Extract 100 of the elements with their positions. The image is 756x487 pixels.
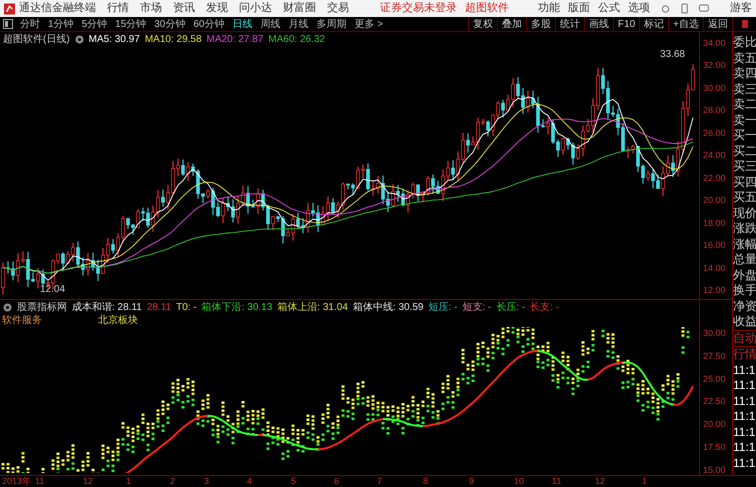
toolbar-button[interactable]: 叠加 (496, 17, 526, 31)
indicator-value: 短压: - (428, 300, 458, 314)
indicator-value: 箱体上沿: 31.04 (277, 300, 348, 314)
quote-label: 委比 (733, 35, 756, 50)
quote-label: 买二 (733, 144, 756, 159)
chart-title: 超图软件(日线) (3, 32, 70, 46)
period-tab[interactable]: 5分钟 (78, 16, 112, 32)
period-tab[interactable]: 更多 > (350, 16, 388, 32)
sector-label: 软件服务 (1, 314, 43, 328)
indicator-value: 28.11 (146, 300, 172, 314)
period-tab[interactable]: 多周期 (312, 16, 350, 32)
toolbar-button[interactable]: F10 (612, 17, 640, 31)
toolbar-button[interactable]: +自选 (668, 17, 703, 31)
toolbar-button[interactable]: 画线 (584, 17, 613, 31)
quote-label: 11:1 (733, 424, 756, 440)
menu-item[interactable]: 行情 (107, 0, 129, 17)
price-axis-label: 32.00 (702, 61, 727, 70)
date-axis-label: 11 (552, 476, 562, 487)
period-tab[interactable]: 周线 (256, 16, 284, 32)
menu-item[interactable]: 交易 (327, 0, 349, 17)
indicator-source: 股票指标网 (17, 300, 67, 314)
price-axis-label: 28.00 (702, 106, 727, 116)
indicator-value: 长支: - (530, 300, 560, 314)
period-tab[interactable]: 60分钟 (189, 16, 228, 32)
menu-item[interactable]: 财富圈 (283, 0, 316, 17)
menu-item[interactable]: 市场 (140, 0, 162, 17)
quote-label: 11:1 (733, 456, 756, 471)
menu-item[interactable]: 版面 (568, 0, 590, 17)
price-axis-label: 16.00 (702, 241, 727, 250)
high-price-label: 33.68 (660, 48, 685, 62)
date-axis-label: 10 (514, 476, 524, 487)
toolbar-button[interactable]: 统计 (554, 17, 584, 31)
price-axis-label: 20.00 (702, 196, 727, 206)
indicator-value: 短支: - (462, 300, 492, 314)
toolbar-button[interactable]: 标记 (639, 17, 668, 31)
date-axis-label: 11 (35, 476, 44, 487)
date-axis-label: 9 (469, 476, 474, 487)
menu-item[interactable]: 选项 (628, 0, 650, 17)
toolbar-button[interactable]: 复权 (468, 17, 497, 31)
date-axis-label: 12 (595, 476, 606, 487)
menu-item[interactable]: 发现 (206, 0, 228, 17)
gear-icon[interactable] (74, 34, 84, 44)
quote-label: 买一 (733, 128, 756, 144)
toolbar-button[interactable]: 返回 (703, 17, 732, 31)
quote-label: 卖四 (733, 66, 756, 82)
period-tab[interactable]: 日线 (228, 16, 256, 32)
user-button[interactable]: 游客 (730, 0, 752, 17)
price-axis-label: 24.00 (702, 151, 727, 160)
toolbar-button[interactable]: 多股 (526, 17, 555, 31)
indicator-axis-label: 22.50 (702, 397, 727, 406)
quote-label: 11:1 (733, 409, 756, 424)
quote-label: 卖一 (733, 112, 756, 128)
date-axis-label: 6 (334, 476, 340, 487)
price-axis-label: 26.00 (702, 128, 727, 138)
quote-label: 卖二 (733, 97, 756, 112)
quote-label: 自动 (733, 330, 756, 346)
region-label: 北京板块 (98, 314, 138, 328)
menu-item[interactable]: 资讯 (173, 0, 195, 17)
moving-average-label: MA10: 29.58 (144, 32, 202, 46)
indicator-axis-label: 27.50 (702, 352, 727, 361)
quote-label: 买三 (733, 159, 756, 174)
indicator-value: 箱体下沿: 30.13 (202, 300, 272, 314)
moving-average-label: MA5: 30.97 (88, 32, 140, 46)
quote-label: 11:1 (733, 362, 756, 378)
indicator-value: 箱体中线: 30.59 (352, 300, 424, 314)
menu-item[interactable]: 公式 (598, 0, 620, 17)
price-axis-label: 34.00 (702, 39, 727, 48)
date-axis-label: 12 (83, 476, 94, 487)
price-axis-label: 12.00 (702, 286, 727, 295)
date-axis-label: 4 (247, 476, 252, 487)
price-axis-label: 18.00 (702, 218, 727, 228)
price-axis-label: 14.00 (702, 264, 727, 273)
phone-icon[interactable] (680, 3, 688, 14)
moving-average-label: MA20: 27.87 (206, 32, 264, 46)
panel-toggle-icon[interactable] (3, 19, 13, 29)
notice-text: 证券交易未登录 (380, 0, 457, 16)
gear-icon[interactable] (3, 302, 12, 312)
app-logo-icon (4, 2, 15, 14)
date-axis-label: 7 (377, 476, 382, 487)
date-axis-label: 2013年 (2, 476, 32, 487)
indicator-value: T0: - (176, 300, 197, 314)
date-axis-label: 1 (642, 476, 648, 487)
indicator-value: 长压: - (496, 300, 526, 314)
period-tab[interactable]: 1分钟 (44, 16, 78, 32)
quote-label: 11:1 (733, 440, 756, 456)
date-axis-label: 5 (291, 476, 296, 487)
notice-text[interactable]: 超图软件 (465, 0, 509, 17)
indicator-axis-label: 30.00 (702, 329, 727, 338)
period-tab[interactable]: 分时 (16, 16, 44, 32)
menu-item[interactable]: 功能 (538, 0, 560, 17)
price-axis-label: 30.00 (702, 84, 727, 93)
period-tab[interactable]: 30分钟 (150, 16, 190, 32)
period-tab[interactable]: 月线 (284, 16, 312, 32)
low-price-label: 12.04 (40, 283, 66, 297)
app-title: 通达信金融终端 (19, 0, 96, 16)
date-axis-label: 2 (170, 476, 176, 487)
indicator-axis-label: 20.00 (702, 420, 727, 430)
period-tab[interactable]: 15分钟 (111, 16, 150, 32)
menu-item[interactable]: 问小达 (239, 0, 272, 17)
date-axis-label: 1 (126, 476, 132, 487)
